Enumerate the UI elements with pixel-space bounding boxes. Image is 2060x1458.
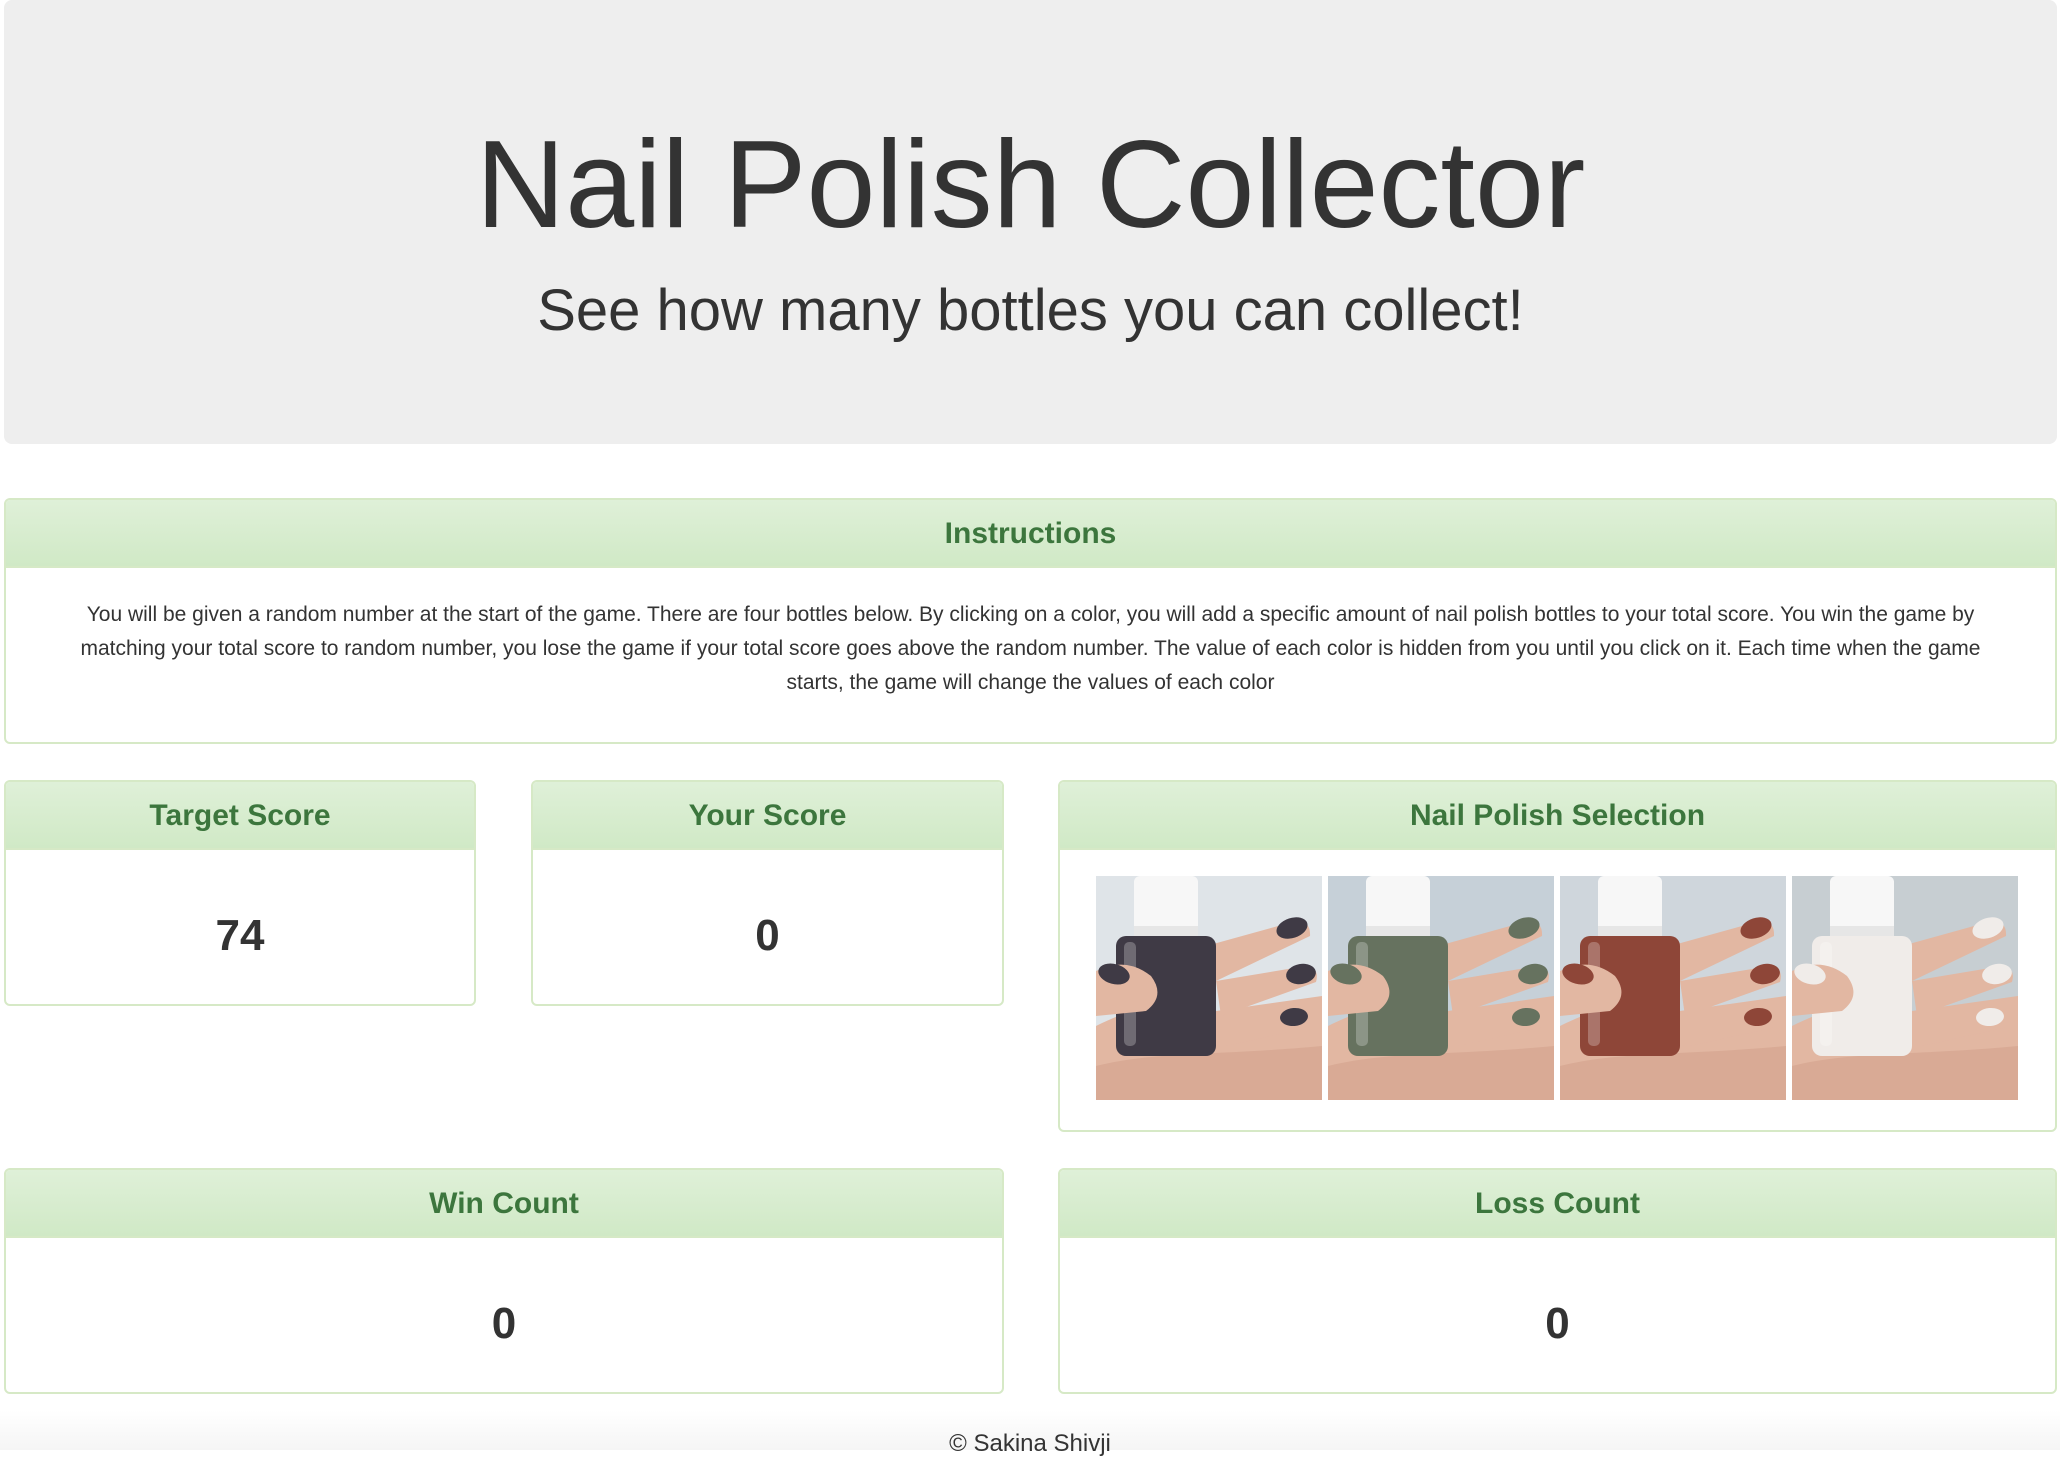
loss-count-panel: Loss Count 0 — [1058, 1168, 2057, 1394]
polish-dark-plum[interactable] — [1096, 876, 1322, 1100]
win-count-panel: Win Count 0 — [4, 1168, 1004, 1394]
nail-polish-selection-heading: Nail Polish Selection — [1060, 782, 2055, 850]
target-score-value: 74 — [215, 911, 265, 960]
polish-bottle-image — [1328, 876, 1554, 1100]
instructions-heading: Instructions — [6, 500, 2055, 568]
polish-row — [1060, 850, 2055, 1100]
target-score-heading: Target Score — [6, 782, 474, 850]
page-title: Nail Polish Collector — [475, 116, 1586, 254]
your-score-heading: Your Score — [533, 782, 1002, 850]
polish-sage-green[interactable] — [1328, 876, 1554, 1100]
jumbotron-header: Nail Polish Collector See how many bottl… — [4, 0, 2057, 444]
your-score-panel: Your Score 0 — [531, 780, 1004, 1006]
polish-bottle-image — [1560, 876, 1786, 1100]
polish-bottle-image — [1792, 876, 2018, 1100]
footer-copyright: © Sakina Shivji — [949, 1430, 1111, 1457]
polish-bottle-image — [1096, 876, 1322, 1100]
instructions-text: You will be given a random number at the… — [80, 603, 1981, 694]
nail-polish-selection-panel: Nail Polish Selection — [1058, 780, 2057, 1132]
win-count-heading: Win Count — [6, 1170, 1002, 1238]
target-score-panel: Target Score 74 — [4, 780, 476, 1006]
instructions-panel: Instructions You will be given a random … — [4, 498, 2057, 744]
loss-count-value: 0 — [1545, 1299, 1570, 1348]
polish-brick-red[interactable] — [1560, 876, 1786, 1100]
win-count-value: 0 — [491, 1299, 517, 1348]
polish-white[interactable] — [1792, 876, 2018, 1100]
page-subtitle: See how many bottles you can collect! — [537, 278, 1524, 343]
loss-count-heading: Loss Count — [1060, 1170, 2055, 1238]
footer: © Sakina Shivji — [0, 1410, 2060, 1457]
your-score-value: 0 — [755, 911, 780, 960]
